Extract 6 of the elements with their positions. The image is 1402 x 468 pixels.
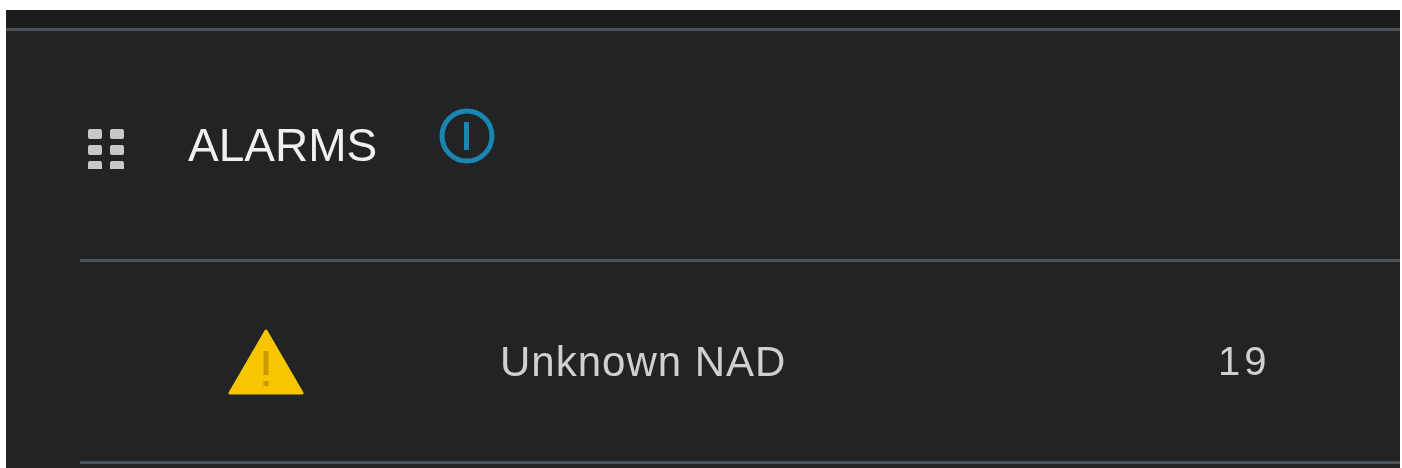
panel-title: ALARMS (188, 118, 378, 172)
drag-handle-icon[interactable] (88, 129, 126, 169)
alarm-count: 19 (1218, 339, 1271, 384)
info-icon[interactable] (439, 108, 496, 164)
alarm-name: Unknown NAD (500, 337, 788, 386)
warning-icon (228, 328, 304, 395)
